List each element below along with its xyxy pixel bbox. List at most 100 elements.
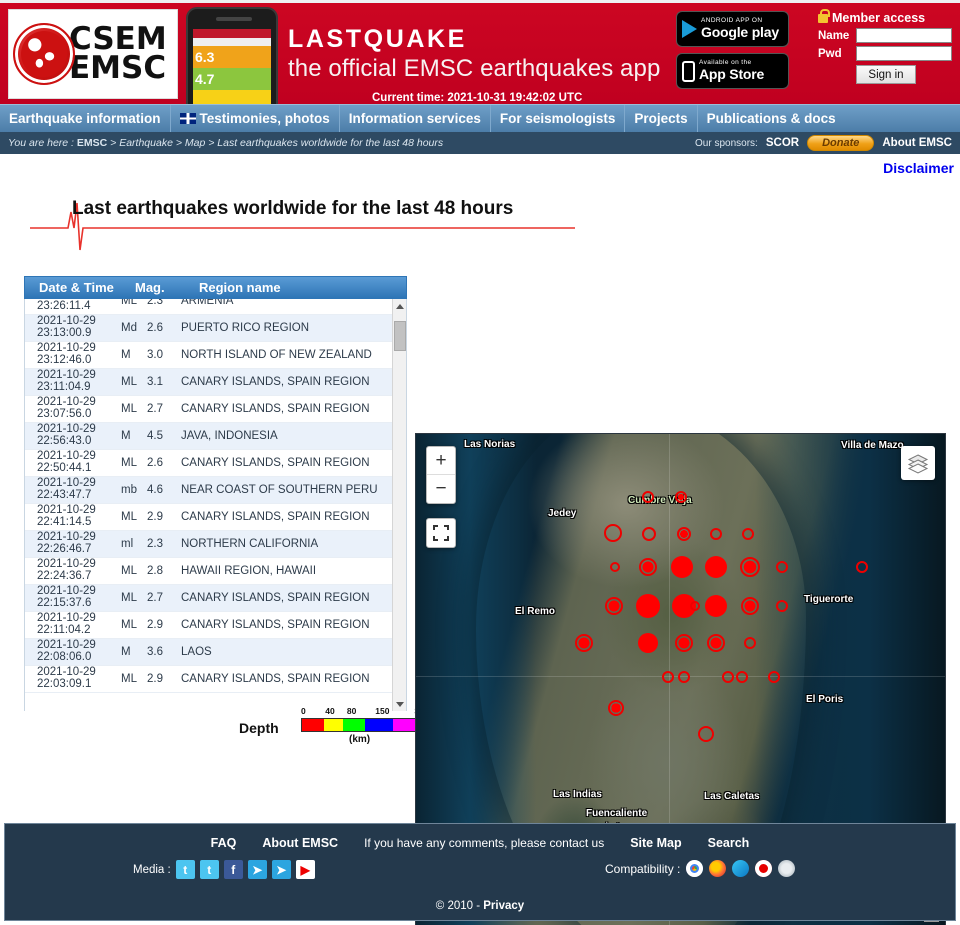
map-zoom-controls: + − xyxy=(426,446,456,504)
cell-date-time: 2021-10-29 23:12:46.0 xyxy=(37,342,96,366)
earthquake-marker[interactable] xyxy=(741,597,759,615)
telegram-icon[interactable]: ➤ xyxy=(247,860,267,879)
table-row[interactable]: 2021-10-29 23:11:04.9 ML 3.1 CANARY ISLANDS,… xyxy=(25,369,394,396)
earthquake-marker[interactable] xyxy=(608,700,624,716)
twitter-icon[interactable]: t xyxy=(175,860,195,879)
opera-icon[interactable] xyxy=(755,860,773,877)
earthquake-marker[interactable] xyxy=(662,671,674,683)
table-row[interactable]: 2021-10-29 22:03:09.1 ML 2.9 CANARY ISLANDS,… xyxy=(25,666,394,693)
facebook-icon[interactable]: f xyxy=(223,860,243,879)
about-emsc-link[interactable]: About EMSC xyxy=(882,137,952,149)
breadcrumb-root[interactable]: EMSC xyxy=(77,137,107,149)
table-row[interactable]: 2021-10-29 22:11:04.2 ML 2.9 CANARY ISLANDS,… xyxy=(25,612,394,639)
nav-item-earthquake-information[interactable]: Earthquake information xyxy=(0,105,171,132)
signin-button[interactable]: Sign in xyxy=(856,65,916,84)
earthquake-marker[interactable] xyxy=(675,491,687,503)
firefox-icon[interactable] xyxy=(709,860,727,877)
earthquake-marker[interactable] xyxy=(740,557,760,577)
footer-link-faq[interactable]: FAQ xyxy=(211,836,237,850)
scroll-up-arrow-icon[interactable] xyxy=(393,299,406,313)
cell-mag-type: M xyxy=(121,646,131,658)
earthquake-marker[interactable] xyxy=(722,671,734,683)
earthquake-marker[interactable] xyxy=(671,556,693,578)
name-field[interactable] xyxy=(856,28,952,43)
earthquake-marker[interactable] xyxy=(776,561,788,573)
nav-item-publications-docs[interactable]: Publications & docs xyxy=(698,105,845,132)
footer-link-search[interactable]: Search xyxy=(708,836,750,850)
table-row[interactable]: 2021-10-29 22:56:43.0 M 4.5 JAVA, INDONESIA xyxy=(25,423,394,450)
table-header-row: Date & Time Mag. Region name xyxy=(24,276,407,299)
earthquake-marker[interactable] xyxy=(642,527,656,541)
fullscreen-button[interactable] xyxy=(426,518,456,548)
column-header-magnitude[interactable]: Mag. xyxy=(135,280,193,295)
earthquake-marker[interactable] xyxy=(636,594,660,618)
cell-magnitude: 2.9 xyxy=(147,511,163,523)
password-field[interactable] xyxy=(856,46,952,61)
chrome-icon[interactable] xyxy=(686,860,704,877)
table-row[interactable]: 2021-10-29 22:41:14.5 ML 2.9 CANARY ISLANDS,… xyxy=(25,504,394,531)
disclaimer-link[interactable]: Disclaimer xyxy=(883,160,954,176)
nav-item-information-services[interactable]: Information services xyxy=(340,105,491,132)
table-scrollbar[interactable] xyxy=(392,299,406,711)
earthquake-marker[interactable] xyxy=(677,527,691,541)
map-place-label: Jedey xyxy=(548,508,577,519)
footer-contact-text[interactable]: If you have any comments, please contact… xyxy=(364,836,604,850)
earthquake-marker[interactable] xyxy=(605,597,623,615)
app-store-button[interactable]: Available on the App Store xyxy=(676,53,789,89)
earthquake-marker[interactable] xyxy=(856,561,868,573)
earthquake-marker[interactable] xyxy=(705,556,727,578)
earthquake-marker[interactable] xyxy=(678,671,690,683)
earthquake-marker[interactable] xyxy=(742,528,754,540)
earthquake-marker[interactable] xyxy=(638,633,658,653)
zoom-in-button[interactable]: + xyxy=(427,447,455,475)
table-row[interactable]: 2021-10-29 23:13:00.9 Md 2.6 PUERTO RICO REG… xyxy=(25,315,394,342)
earthquake-marker[interactable] xyxy=(575,634,593,652)
earthquake-marker[interactable] xyxy=(736,671,748,683)
earthquake-marker[interactable] xyxy=(707,634,725,652)
cell-date-time: 2021-10-29 22:50:44.1 xyxy=(37,450,96,474)
table-row[interactable]: 2021-10-29 22:43:47.7 mb 4.6 NEAR COAST OF S… xyxy=(25,477,394,504)
earthquake-marker[interactable] xyxy=(710,528,722,540)
table-row[interactable]: 2021-10-29 23:12:46.0 M 3.0 NORTH ISLAND OF … xyxy=(25,342,394,369)
table-row[interactable]: 2021-10-29 23:07:56.0 ML 2.7 CANARY ISLANDS,… xyxy=(25,396,394,423)
csem-emsc-logo[interactable]: CSEM EMSC xyxy=(8,9,178,99)
table-row[interactable]: 2021-10-29 22:26:46.7 ml 2.3 NORTHERN CALIFO… xyxy=(25,531,394,558)
earthquake-marker[interactable] xyxy=(642,491,654,503)
zoom-out-button[interactable]: − xyxy=(427,475,455,503)
sponsor-scor-link[interactable]: SCOR xyxy=(766,137,799,149)
earthquake-marker[interactable] xyxy=(604,524,622,542)
column-header-region[interactable]: Region name xyxy=(193,280,406,295)
safari-icon[interactable] xyxy=(778,860,796,877)
youtube-icon[interactable]: ▶ xyxy=(295,860,315,879)
edge-icon[interactable] xyxy=(732,860,750,877)
google-play-button[interactable]: ANDROID APP ON Google play xyxy=(676,11,789,47)
footer-link-about-emsc[interactable]: About EMSC xyxy=(262,836,338,850)
earthquake-marker[interactable] xyxy=(690,601,700,611)
earthquake-marker[interactable] xyxy=(675,634,693,652)
earthquake-marker[interactable] xyxy=(698,726,714,742)
map-place-label: Las Norias xyxy=(464,439,516,450)
earthquake-marker[interactable] xyxy=(744,637,756,649)
earthquake-marker[interactable] xyxy=(768,671,780,683)
twitter-icon[interactable]: t xyxy=(199,860,219,879)
scrollbar-thumb[interactable] xyxy=(394,321,406,351)
privacy-link[interactable]: Privacy xyxy=(483,900,524,912)
telegram-icon[interactable]: ➤ xyxy=(271,860,291,879)
nav-item-testimonies-photos[interactable]: Testimonies, photos xyxy=(171,105,340,132)
nav-item-for-seismologists[interactable]: For seismologists xyxy=(491,105,626,132)
donate-button[interactable]: Donate xyxy=(807,135,875,151)
earthquake-marker[interactable] xyxy=(776,600,788,612)
table-row[interactable]: 2021-10-29 22:50:44.1 ML 2.6 CANARY ISLANDS,… xyxy=(25,450,394,477)
earthquake-marker[interactable] xyxy=(639,558,657,576)
cell-region: JAVA, INDONESIA xyxy=(181,430,278,442)
table-row[interactable]: 2021-10-2923:26:11.4 ML 2.3 ARMENIA xyxy=(25,299,394,315)
nav-item-projects[interactable]: Projects xyxy=(625,105,698,132)
earthquake-marker[interactable] xyxy=(705,595,727,617)
map-layers-button[interactable] xyxy=(901,446,935,480)
footer-link-site-map[interactable]: Site Map xyxy=(630,836,681,850)
table-row[interactable]: 2021-10-29 22:24:36.7 ML 2.8 HAWAII REGION, … xyxy=(25,558,394,585)
table-row[interactable]: 2021-10-29 22:08:06.0 M 3.6 LAOS xyxy=(25,639,394,666)
earthquake-marker[interactable] xyxy=(610,562,620,572)
column-header-date-time[interactable]: Date & Time xyxy=(25,280,135,295)
table-row[interactable]: 2021-10-29 22:15:37.6 ML 2.7 CANARY ISLANDS,… xyxy=(25,585,394,612)
